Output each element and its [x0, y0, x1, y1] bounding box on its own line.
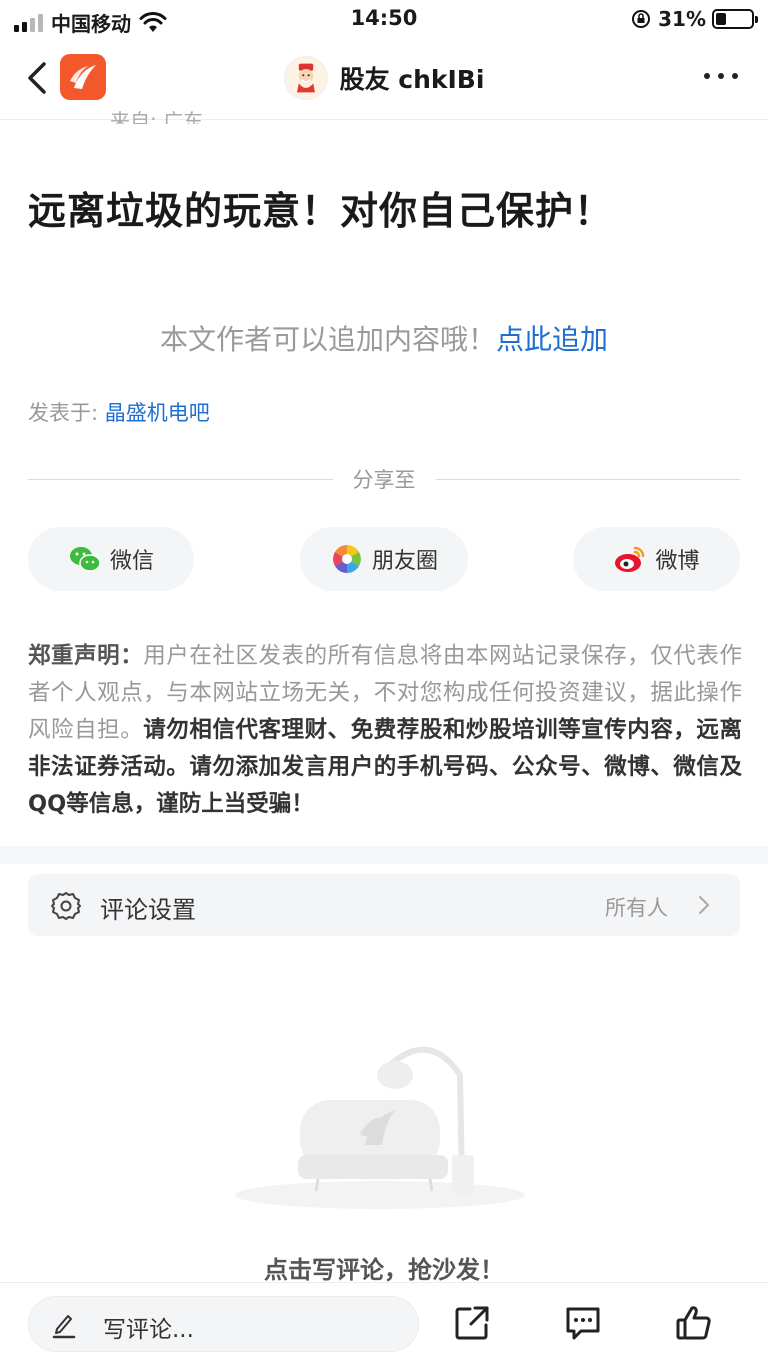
post-title: 远离垃圾的玩意！对你自己保护！ [28, 189, 614, 233]
rotation-lock-icon [632, 10, 651, 28]
status-right: 31% [630, 7, 758, 31]
share-label: 分享至 [352, 468, 416, 492]
share-moments-button[interactable]: 朋友圈 [300, 527, 468, 591]
comment-settings-row[interactable]: 评论设置 所有人 [28, 874, 740, 936]
like-icon[interactable] [674, 1303, 714, 1343]
empty-comments-text[interactable]: 点击写评论，抢沙发！ [0, 1250, 768, 1285]
fortune-god-icon [296, 63, 315, 93]
battery-percent: 31% [658, 7, 706, 31]
gear-icon [51, 892, 81, 920]
share-wechat-label: 微信 [109, 549, 154, 574]
disclaimer: 郑重声明：用户在社区发表的所有信息将由本网站记录保存，仅代表作者个人观点，与本网… [28, 638, 742, 823]
share-wechat-button[interactable]: 微信 [28, 527, 194, 591]
posted-in: 发表于: 晶盛机电吧 [28, 397, 210, 427]
post-source: 来自: 广东 [110, 109, 204, 124]
bottom-bar: 写评论... [0, 1282, 768, 1366]
wechat-icon [69, 547, 101, 572]
moments-icon [333, 545, 361, 573]
more-options-icon[interactable] [704, 70, 738, 82]
append-prompt: 本文作者可以追加内容哦！点此追加 [0, 318, 768, 358]
append-link[interactable]: 点此追加 [496, 323, 608, 356]
comment-settings-label: 评论设置 [100, 896, 196, 924]
share-moments-label: 朋友圈 [371, 549, 438, 574]
empty-sofa-illustration [235, 1046, 525, 1209]
write-comment-placeholder: 写评论... [103, 1317, 194, 1343]
pencil-icon [52, 1315, 76, 1339]
posted-in-bar-link[interactable]: 晶盛机电吧 [105, 401, 210, 425]
write-comment-input[interactable]: 写评论... [28, 1296, 419, 1352]
comment-icon[interactable] [563, 1303, 603, 1343]
disclaimer-heading: 郑重声明： [28, 643, 144, 669]
battery-icon [712, 9, 758, 29]
section-divider [0, 846, 768, 864]
share-out-icon[interactable] [452, 1303, 492, 1343]
chevron-right-icon [699, 896, 709, 914]
nav-title: 股友 chkIBi [339, 65, 485, 94]
share-weibo-label: 微博 [655, 549, 700, 574]
status-bar: 中国移动 14:50 31% [0, 0, 768, 40]
avatar[interactable] [283, 56, 328, 100]
comment-settings-value: 所有人 [605, 896, 668, 920]
share-weibo-button[interactable]: 微博 [573, 527, 740, 591]
share-divider: 分享至 [28, 464, 740, 494]
posted-in-label: 发表于: [28, 401, 99, 425]
weibo-icon [615, 546, 645, 572]
append-prompt-text: 本文作者可以追加内容哦！ [159, 323, 496, 356]
nav-user[interactable]: 股友 chkIBi [0, 56, 768, 100]
